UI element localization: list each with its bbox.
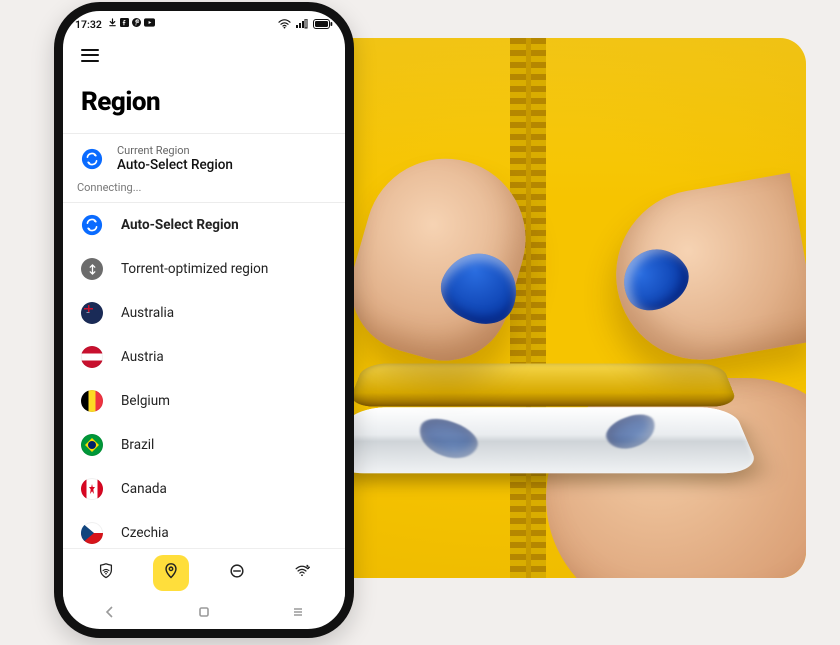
flag-ca-icon [81,478,103,500]
auto-select-icon [81,148,103,170]
nav-vpn-button[interactable] [88,555,124,591]
back-key[interactable] [103,604,117,623]
signal-icon [296,19,308,29]
region-item-label: Auto-Select Region [121,217,239,233]
region-item-be[interactable]: Belgium [63,379,345,423]
region-item-auto[interactable]: Auto-Select Region [63,203,345,247]
auto-select-icon [81,214,103,236]
flag-at-icon [81,346,103,368]
nav-network-button[interactable] [284,555,320,591]
region-item-label: Austria [121,349,164,365]
region-item-label: Belgium [121,393,170,409]
region-list: Auto-Select Region Torrent-optimized reg… [63,203,345,592]
region-item-au[interactable]: Australia [63,291,345,335]
android-soft-keys [63,597,345,629]
region-item-br[interactable]: Brazil [63,423,345,467]
flag-be-icon [81,390,103,412]
region-item-ca[interactable]: Canada [63,467,345,511]
bottom-nav [63,548,345,597]
current-region-label: Current Region [117,144,233,157]
shield-wifi-icon [97,562,115,584]
download-icon [108,18,117,30]
region-item-label: Torrent-optimized region [121,261,268,277]
status-time: 17:32 [75,18,102,31]
connection-status: Connecting... [77,181,331,194]
home-key[interactable] [197,604,211,623]
facebook-icon [120,18,129,30]
wifi-icon [278,19,291,29]
recents-key[interactable] [291,604,305,623]
flag-cz-icon [81,522,103,544]
region-item-label: Brazil [121,437,154,453]
pinterest-icon [132,18,141,30]
nav-location-button[interactable] [153,555,189,591]
flag-au-icon [81,302,103,324]
page-title: Region [81,87,327,117]
torrent-icon [81,258,103,280]
current-region-panel: Current Region Auto-Select Region Connec… [63,133,345,203]
region-item-torrent[interactable]: Torrent-optimized region [63,247,345,291]
region-item-label: Canada [121,481,167,497]
flag-br-icon [81,434,103,456]
menu-button[interactable] [81,45,99,65]
youtube-icon [144,18,155,30]
phone-frame: 17:32 [54,2,354,638]
battery-icon [313,19,333,29]
region-item-label: Czechia [121,525,169,541]
region-item-label: Australia [121,305,174,321]
region-item-at[interactable]: Austria [63,335,345,379]
block-icon [228,562,246,584]
status-bar: 17:32 [63,11,345,35]
nav-block-button[interactable] [219,555,255,591]
current-region-value: Auto-Select Region [117,157,233,173]
wifi-settings-icon [293,562,311,584]
location-pin-icon [162,562,180,584]
